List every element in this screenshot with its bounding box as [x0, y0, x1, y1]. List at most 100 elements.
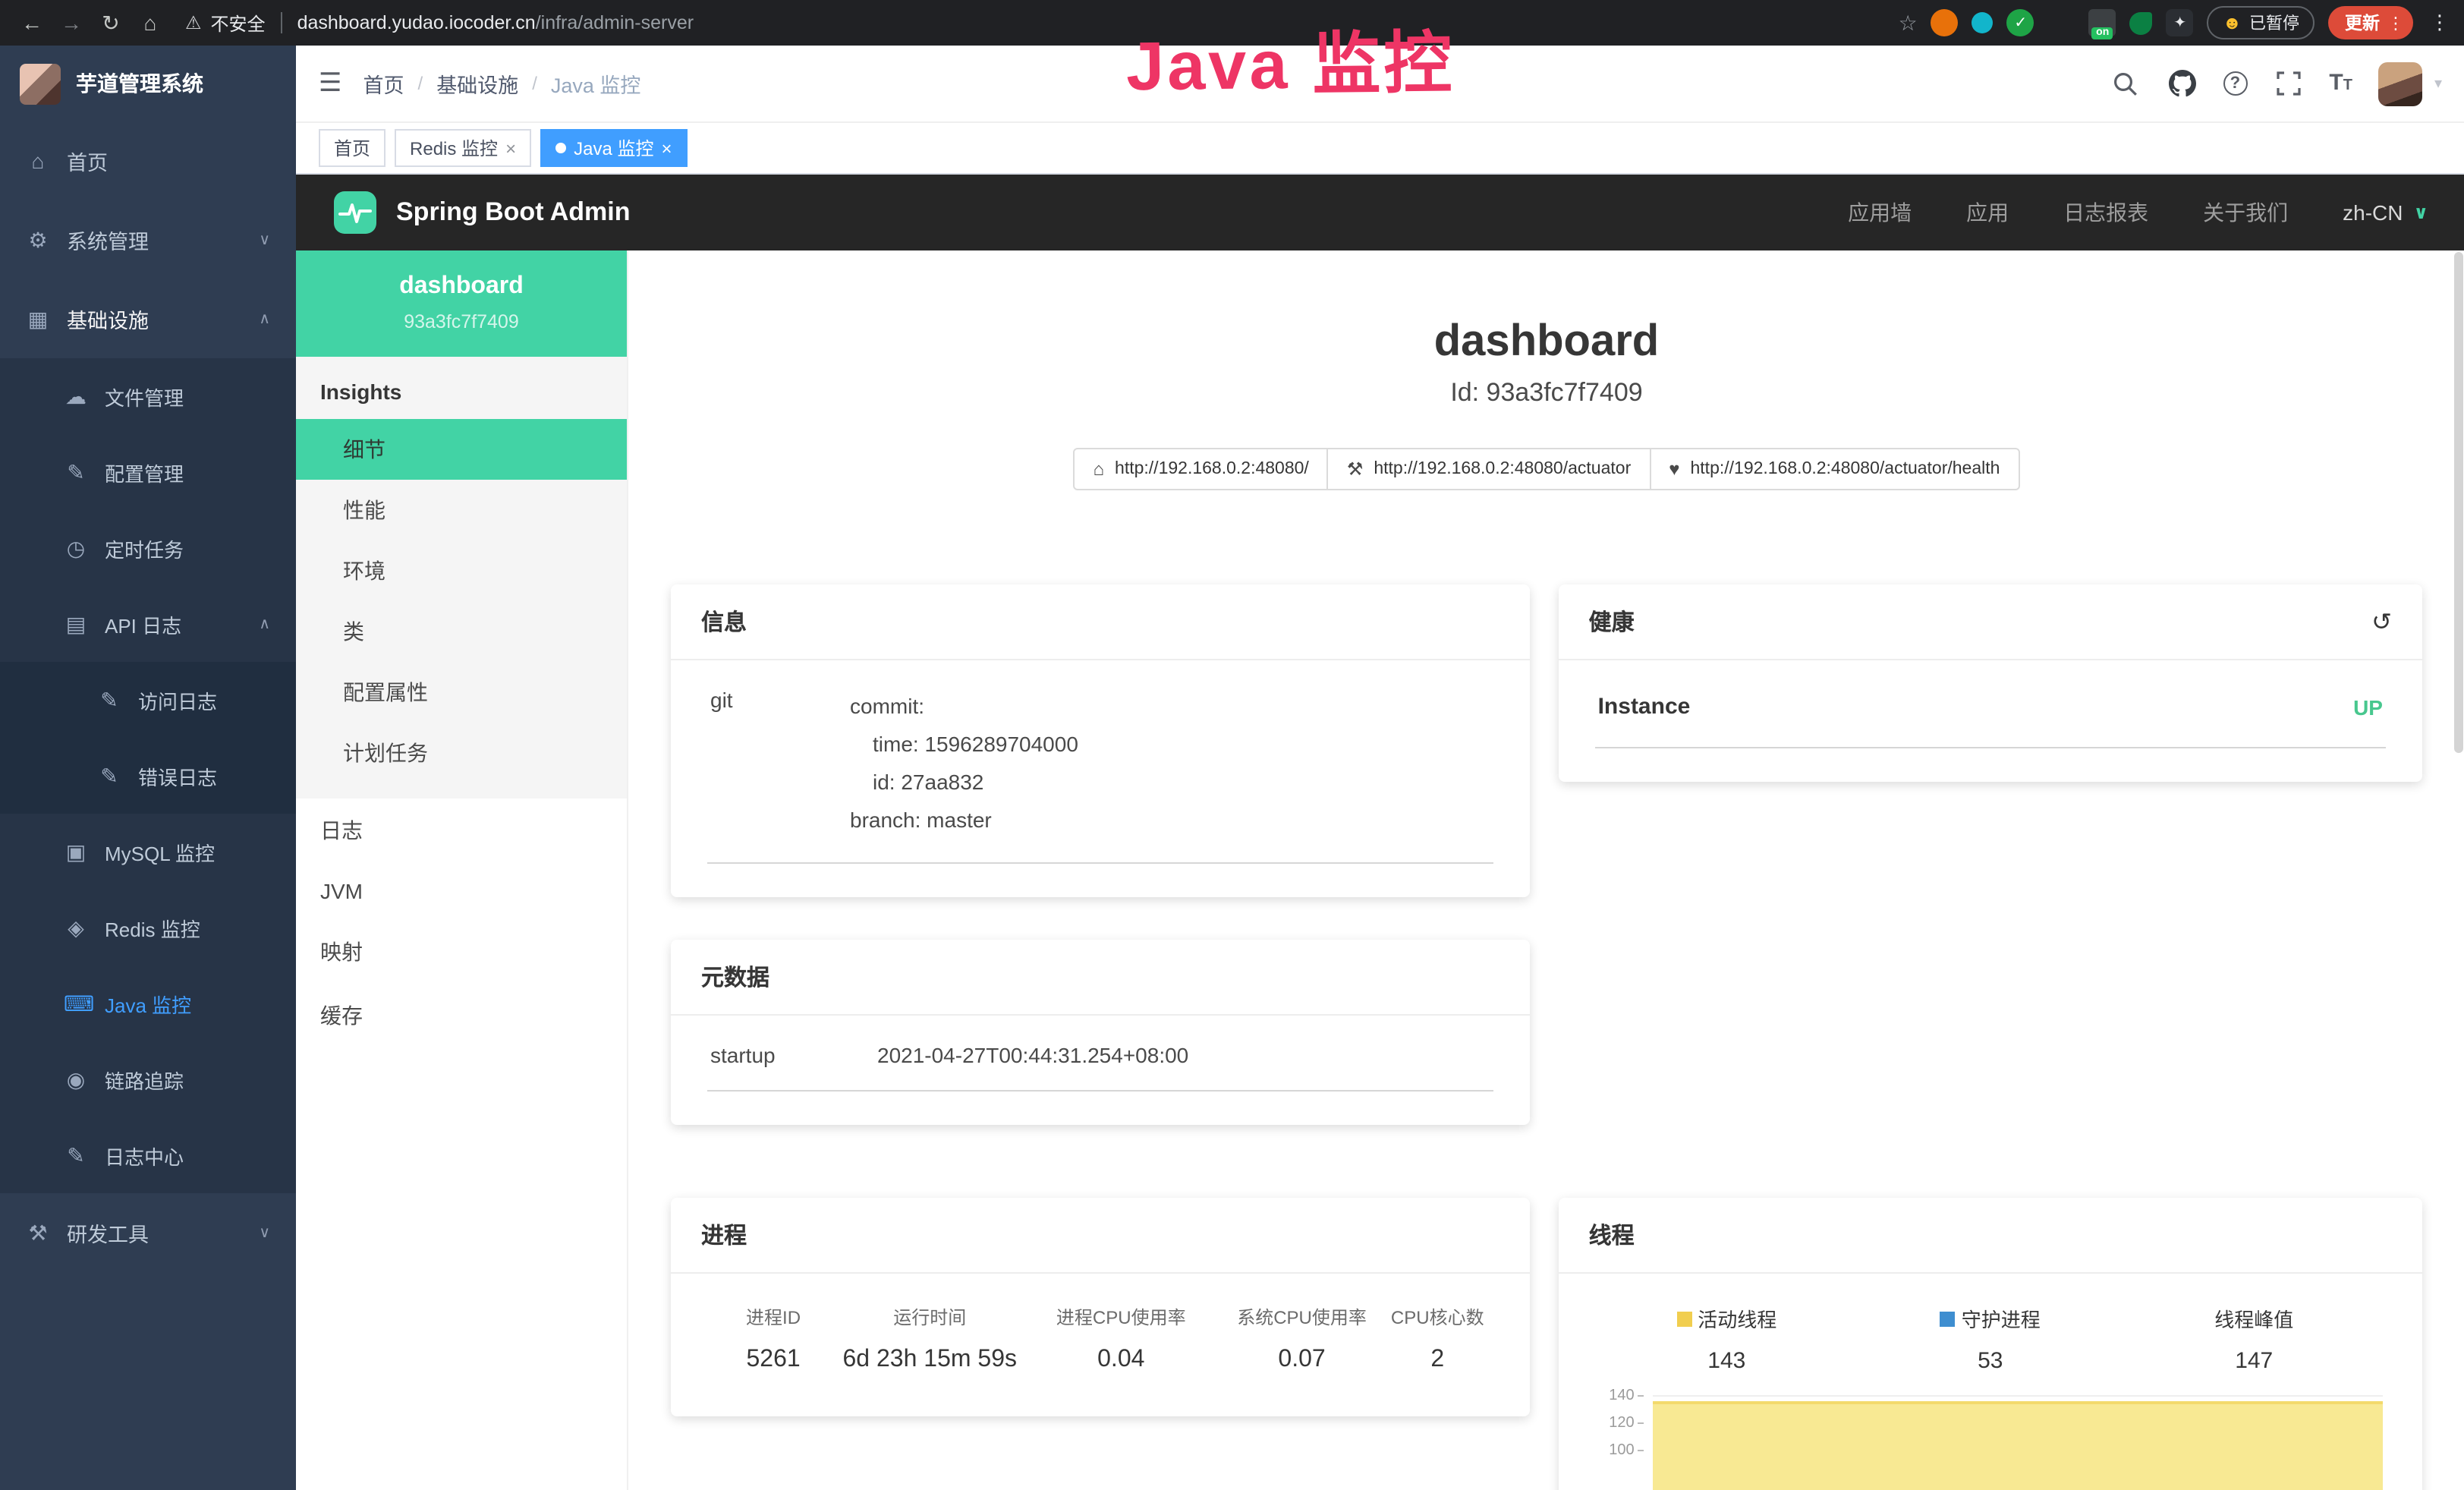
- sba-nav-applications[interactable]: 应用: [1966, 197, 2009, 228]
- back-icon[interactable]: ←: [15, 6, 49, 39]
- threads-chart: 140 120 100: [1595, 1395, 2386, 1490]
- sba-item-mappings[interactable]: 映射: [296, 920, 627, 984]
- service-url-button[interactable]: ⌂ http://192.168.0.2:48080/: [1074, 448, 1329, 490]
- tag-java[interactable]: Java 监控 ×: [540, 129, 687, 167]
- sba-item-classes[interactable]: 类: [296, 601, 627, 662]
- tag-home[interactable]: 首页: [319, 129, 385, 167]
- extension-green-check-icon[interactable]: ✓: [2007, 9, 2034, 36]
- security-label[interactable]: 不安全: [211, 10, 266, 36]
- chevron-up-icon: ∧: [259, 616, 270, 632]
- sidebar-item-api-log[interactable]: ▤ API 日志 ∧: [0, 586, 296, 662]
- chevron-down-icon: ∨: [2414, 202, 2429, 223]
- git-time-line: time: 1596289704000: [850, 726, 1490, 764]
- sidebar-item-file[interactable]: ☁ 文件管理: [0, 358, 296, 434]
- font-size-icon[interactable]: TT: [2329, 70, 2352, 97]
- extension-paw-icon[interactable]: ✦: [2167, 9, 2194, 36]
- browser-toolbar: ← → ↻ ⌂ ⚠ 不安全 dashboard.yudao.iocoder.cn…: [0, 0, 2464, 46]
- scrollbar[interactable]: [2454, 252, 2463, 753]
- browser-menu-icon[interactable]: ⋮: [2430, 11, 2450, 35]
- sidebar-item-java[interactable]: ⌨ Java 监控: [0, 966, 296, 1041]
- app-logo[interactable]: 芋道管理系统: [0, 46, 296, 121]
- reload-icon[interactable]: ↻: [94, 6, 127, 39]
- live-threads-marker: [1676, 1311, 1691, 1326]
- git-info-row: git commit: time: 1596289704000 id: 27aa…: [707, 666, 1493, 864]
- sba-item-details[interactable]: 细节: [296, 419, 627, 480]
- help-icon[interactable]: ?: [2223, 71, 2247, 96]
- sidebar-item-home[interactable]: ⌂ 首页: [0, 121, 296, 200]
- sidebar-item-label: 访问日志: [138, 685, 217, 714]
- sidebar-item-config[interactable]: ✎ 配置管理: [0, 434, 296, 510]
- health-instance-row[interactable]: Instance UP: [1595, 666, 2386, 748]
- live-threads-area: [1653, 1401, 2383, 1490]
- sba-item-environment[interactable]: 环境: [296, 540, 627, 601]
- search-icon[interactable]: [2110, 68, 2141, 99]
- peak-threads-label: 线程峰值: [2214, 1304, 2293, 1333]
- sidebar-item-label: 系统管理: [67, 225, 149, 255]
- sidebar-item-redis[interactable]: ◈ Redis 监控: [0, 890, 296, 966]
- sidebar-item-label: 定时任务: [105, 534, 184, 562]
- breadcrumb-home[interactable]: 首页: [363, 68, 404, 99]
- bookmark-star-icon[interactable]: ☆: [1899, 10, 1918, 36]
- sidebar-item-error-log[interactable]: ✎ 错误日志: [0, 738, 296, 814]
- url-text[interactable]: dashboard.yudao.iocoder.cn/infra/admin-s…: [297, 12, 694, 33]
- extension-dark-on-icon[interactable]: on: [2089, 9, 2116, 36]
- instance-header[interactable]: dashboard 93a3fc7f7409: [296, 250, 627, 357]
- pencil-icon: ✎: [64, 459, 88, 485]
- sba-item-jvm[interactable]: JVM: [296, 862, 627, 920]
- process-id-label: 进程ID: [707, 1304, 839, 1330]
- history-icon[interactable]: ↺: [2371, 606, 2392, 637]
- sba-item-metrics[interactable]: 性能: [296, 480, 627, 540]
- active-dot: [555, 143, 566, 153]
- health-url-button[interactable]: ♥ http://192.168.0.2:48080/actuator/heal…: [1649, 448, 2019, 490]
- close-icon[interactable]: ×: [661, 139, 672, 157]
- extension-leaf-icon[interactable]: [2130, 11, 2153, 34]
- cloud-icon: ☁: [64, 383, 88, 409]
- health-url: http://192.168.0.2:48080/actuator/health: [1691, 460, 2000, 478]
- sidebar-item-job[interactable]: ◷ 定时任务: [0, 510, 296, 586]
- sidebar-item-mysql[interactable]: ▣ MySQL 监控: [0, 814, 296, 890]
- sidebar-item-infra[interactable]: ▦ 基础设施 ∧: [0, 279, 296, 358]
- github-icon[interactable]: [2167, 68, 2197, 99]
- sidebar-item-access-log[interactable]: ✎ 访问日志: [0, 662, 296, 738]
- sba-nav-about[interactable]: 关于我们: [2203, 197, 2288, 228]
- sba-item-configprops[interactable]: 配置属性: [296, 662, 627, 723]
- fullscreen-icon[interactable]: [2273, 68, 2303, 99]
- process-id-value: 5261: [707, 1347, 839, 1374]
- tag-tabs: 首页 Redis 监控 × Java 监控 ×: [296, 123, 2464, 175]
- infra-submenu: ☁ 文件管理 ✎ 配置管理 ◷ 定时任务 ▤ API 日志 ∧: [0, 358, 296, 1193]
- browser-actions: ☆ ✓ on ✦ ☻ 已暂停 更新 ⋮ ⋮: [1899, 6, 2450, 39]
- extension-orange-icon[interactable]: [1931, 9, 1959, 36]
- tag-label: Redis 监控: [410, 135, 498, 161]
- sba-nav-journal[interactable]: 日志报表: [2063, 197, 2148, 228]
- browser-home-icon[interactable]: ⌂: [134, 6, 167, 39]
- user-avatar[interactable]: [2378, 61, 2422, 106]
- close-icon[interactable]: ×: [505, 139, 516, 157]
- sba-item-caches[interactable]: 缓存: [296, 984, 627, 1047]
- sidebar-item-trace[interactable]: ◉ 链路追踪: [0, 1041, 296, 1117]
- paused-pill[interactable]: ☻ 已暂停: [2208, 6, 2315, 39]
- update-button[interactable]: 更新 ⋮: [2328, 6, 2413, 39]
- extension-teal-icon[interactable]: [1972, 12, 1994, 33]
- not-secure-warning-icon: ⚠: [185, 12, 202, 33]
- sidebar-item-dev-tools[interactable]: ⚒ 研发工具 ∨: [0, 1193, 296, 1272]
- breadcrumb-infra[interactable]: 基础设施: [436, 68, 518, 99]
- sidebar-item-log-center[interactable]: ✎ 日志中心: [0, 1117, 296, 1193]
- hamburger-icon[interactable]: ☰: [319, 68, 342, 99]
- sidebar-item-system[interactable]: ⚙ 系统管理 ∨: [0, 200, 296, 279]
- tag-redis[interactable]: Redis 监控 ×: [395, 129, 531, 167]
- service-url: http://192.168.0.2:48080/: [1115, 460, 1309, 478]
- chevron-down-icon: ∨: [259, 232, 270, 248]
- sidebar-item-label: 首页: [67, 146, 108, 176]
- omnibox-divider: [281, 12, 282, 33]
- sba-item-scheduled-tasks[interactable]: 计划任务: [296, 723, 627, 783]
- address-bar[interactable]: ⚠ 不安全 dashboard.yudao.iocoder.cn/infra/a…: [185, 10, 1893, 36]
- locale-selector[interactable]: zh-CN ∨: [2343, 200, 2428, 225]
- sba-nav-wall[interactable]: 应用墙: [1848, 197, 1912, 228]
- actuator-url-button[interactable]: ⚒ http://192.168.0.2:48080/actuator: [1327, 448, 1651, 490]
- metadata-card: 元数据 startup 2021-04-27T00:44:31.254+08:0…: [671, 940, 1530, 1125]
- extension-color-grid-icon[interactable]: [2048, 9, 2075, 36]
- git-commit-line: commit:: [850, 688, 1490, 726]
- uptime-label: 运行时间: [839, 1304, 1020, 1330]
- sba-item-logs[interactable]: 日志: [296, 799, 627, 862]
- forward-icon[interactable]: →: [55, 6, 88, 39]
